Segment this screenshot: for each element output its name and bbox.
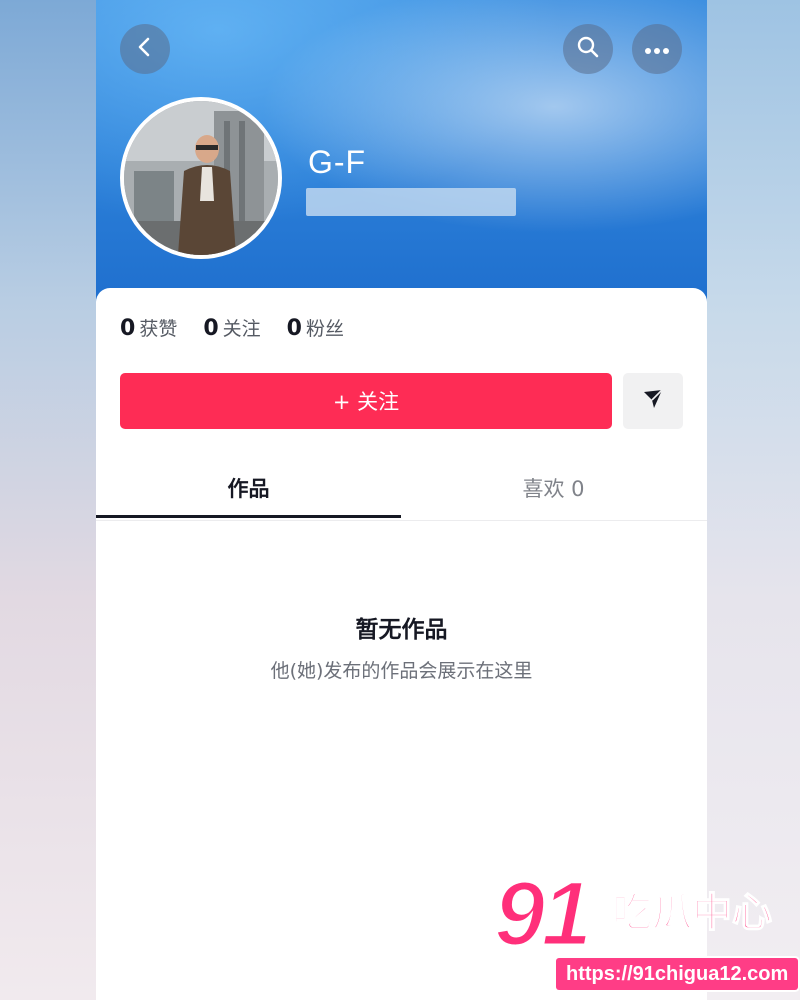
stat-label: 粉丝 [305,318,344,340]
follow-button[interactable]: + 关注 [120,373,612,429]
stat-label: 关注 [222,318,261,340]
profile-screen: G-F 0 获赞 0 关注 0 粉丝 + 关注 作品 喜欢 0 暂无作品 他(她… [96,0,707,1000]
empty-state-description: 他(她)发布的作品会展示在这里 [270,660,533,682]
empty-state-title: 暂无作品 [355,617,448,643]
stats-row: 0 获赞 0 关注 0 粉丝 [120,314,370,341]
more-icon [644,40,670,59]
tab-works[interactable]: 作品 [96,456,401,520]
search-icon [576,35,600,63]
follow-button-label: + 关注 [332,390,400,414]
avatar[interactable] [120,97,282,259]
send-message-button[interactable] [623,373,683,429]
stat-value: 0 [203,316,219,341]
watermark-logo-number: 91 [492,863,593,965]
stat-likes[interactable]: 0 获赞 [120,314,177,341]
stat-following[interactable]: 0 关注 [203,314,260,341]
stat-label: 获赞 [139,318,178,340]
back-icon [134,36,156,62]
search-button[interactable] [563,24,613,74]
background-left [0,0,96,1000]
stat-followers[interactable]: 0 粉丝 [287,314,344,341]
watermark-url: https://91chigua12.com [556,958,799,990]
user-id-redacted [306,188,516,216]
active-tab-indicator [96,515,401,518]
more-button[interactable] [632,24,682,74]
content-tabs: 作品 喜欢 0 [96,456,707,521]
avatar-photo [124,101,278,255]
watermark-logo-text: 吃瓜中心 [611,890,773,936]
username: G-F [308,144,367,180]
stat-value: 0 [120,316,136,341]
stat-value: 0 [286,316,302,341]
background-right [707,0,800,1000]
back-button[interactable] [120,24,170,74]
tab-likes[interactable]: 喜欢 0 [401,456,706,520]
send-icon [641,387,665,415]
